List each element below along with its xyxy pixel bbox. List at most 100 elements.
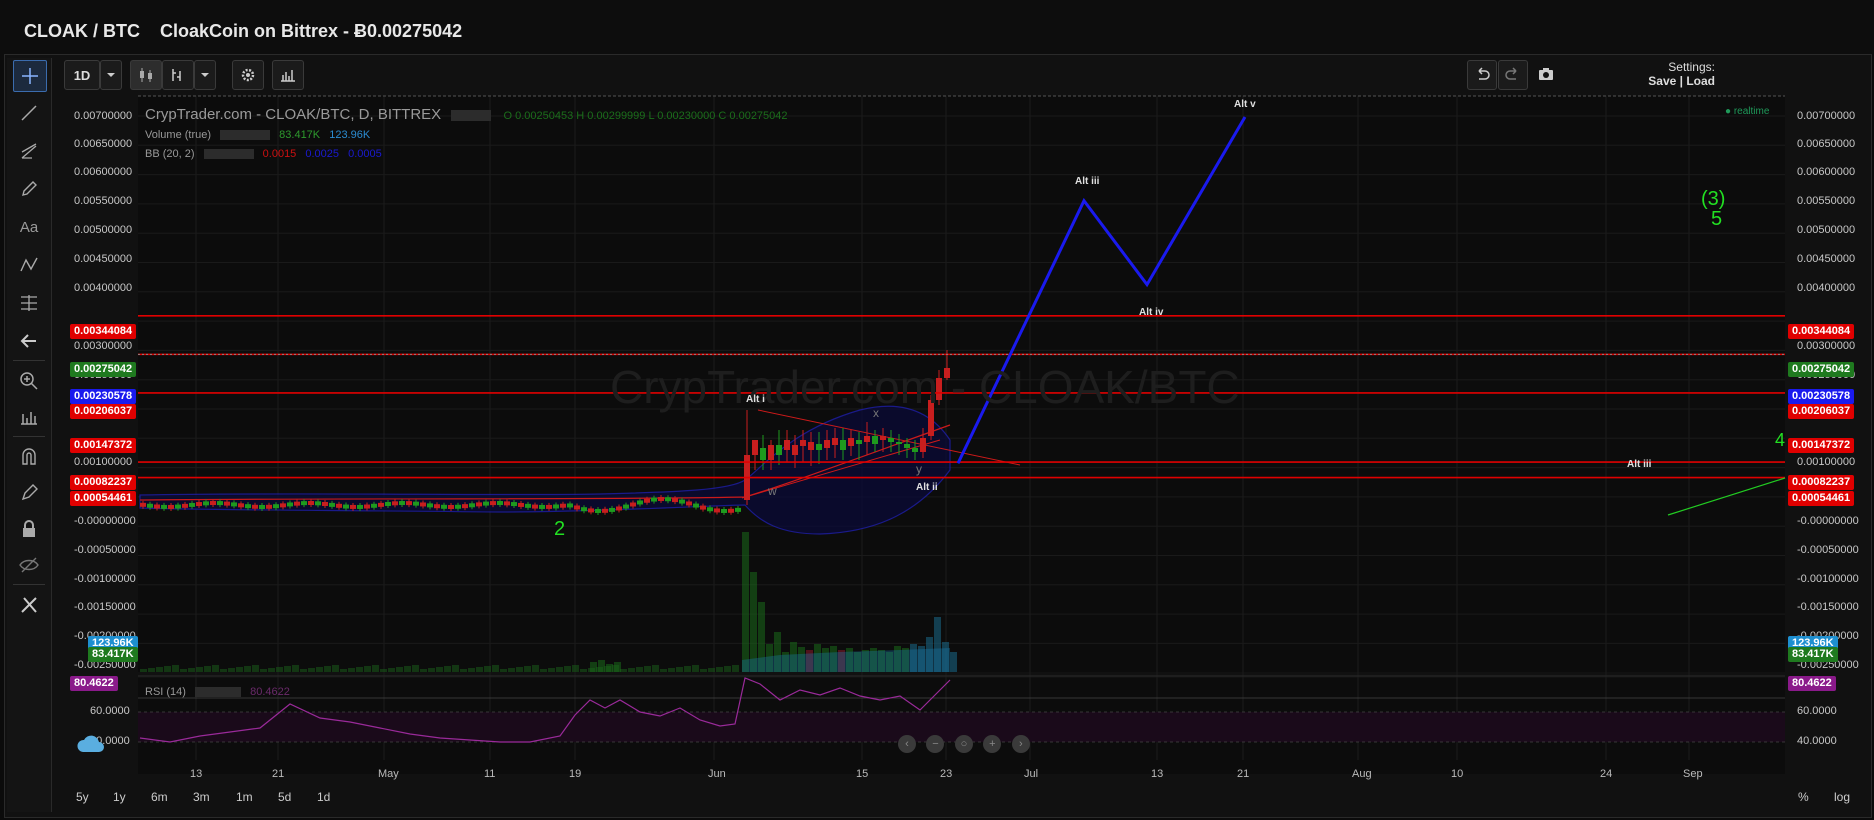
x-tick: Aug (1352, 768, 1372, 780)
settings-block[interactable]: Settings: Save | Load (1625, 60, 1715, 88)
price-tag: 0.00206037 (70, 404, 137, 419)
scroll-right-icon[interactable]: › (1011, 735, 1030, 753)
volume-legend: Volume (true) 83.417K 123.96K (145, 129, 370, 141)
wave-alt-iii-right: Alt iii (1627, 459, 1652, 470)
scroll-left-icon[interactable]: ‹ (898, 735, 916, 753)
crosshair-icon[interactable] (13, 60, 47, 92)
y-tick-left: 0.00700000 (74, 110, 133, 122)
trendline-icon[interactable] (13, 98, 45, 128)
volume-label: Volume (true) (145, 129, 212, 141)
wave-2: 2 (554, 518, 566, 540)
eye-hide-icon[interactable] (13, 550, 45, 580)
title-bar: CLOAK / BTC CloakCoin on Bittrex - Ƀ0.00… (0, 0, 1874, 60)
candles-icon[interactable] (130, 60, 162, 90)
range-1y[interactable]: 1y (113, 790, 126, 804)
wave-y: y (916, 462, 922, 476)
zoom-in-icon[interactable]: + (983, 735, 1002, 753)
interval-dropdown-icon[interactable] (100, 60, 122, 90)
fibonacci-icon[interactable] (13, 288, 45, 318)
save-load-link[interactable]: Save | Load (1625, 74, 1715, 88)
fork-icon[interactable] (13, 136, 45, 166)
realtime-label: realtime (1733, 106, 1770, 117)
rsi-tag: 80.4622 (1788, 676, 1836, 691)
redo-icon[interactable] (1498, 60, 1528, 90)
cloud-icon[interactable] (76, 732, 106, 756)
range-6m[interactable]: 6m (151, 790, 168, 804)
x-tick: 24 (1600, 768, 1613, 780)
x-tick: 13 (190, 768, 203, 780)
range-1d[interactable]: 1d (317, 790, 330, 804)
wave-alt-v: Alt v (1234, 99, 1256, 110)
price-tag: 0.00147372 (70, 438, 137, 453)
bb-value-a: 0.0015 (262, 148, 297, 160)
wave-w: w (768, 484, 777, 498)
pencil-lock-icon[interactable] (13, 478, 45, 508)
brush-icon[interactable] (13, 174, 45, 204)
y-tick-right: 0.00400000 (1797, 282, 1856, 294)
measure-icon[interactable] (13, 402, 45, 432)
reset-icon[interactable]: ○ (954, 735, 973, 753)
undo-icon[interactable] (1467, 60, 1497, 90)
gear-icon[interactable] (232, 60, 264, 90)
remove-tools-icon[interactable] (13, 590, 45, 620)
rsi-label: RSI (14) (145, 686, 186, 698)
y-tick-right: 0.00550000 (1797, 195, 1856, 207)
y-tick-left: 0.00500000 (74, 224, 133, 236)
legend-buttons-icon[interactable] (220, 130, 271, 141)
legend-buttons-icon[interactable] (203, 149, 254, 160)
zoom-out-icon[interactable]: − (926, 735, 945, 753)
range-3m[interactable]: 3m (193, 790, 210, 804)
x-tick: May (378, 768, 399, 780)
x-tick: Jul (1024, 768, 1039, 780)
log-scale-button[interactable]: log (1834, 790, 1850, 804)
price-tag: 0.00344084 (1788, 324, 1855, 339)
symbol-label: CrypTrader.com - CLOAK/BTC, D, BITTREX (145, 106, 442, 123)
x-tick: 13 (1151, 768, 1164, 780)
y-tick-right: 0.00700000 (1797, 110, 1856, 122)
range-5y[interactable]: 5y (76, 790, 89, 804)
range-bar: 5y 1y 6m 3m 1m 5d 1d % log (56, 786, 1866, 810)
percent-scale-button[interactable]: % (1798, 790, 1809, 804)
y-tick-right: 0.00100000 (1797, 456, 1856, 468)
y-tick-right: -0.00050000 (1797, 544, 1859, 556)
wave-5: 5 (1711, 208, 1723, 230)
bb-label: BB (20, 2) (145, 148, 195, 160)
camera-icon[interactable] (1533, 60, 1559, 88)
indicators-icon[interactable] (162, 60, 194, 90)
range-5d[interactable]: 5d (278, 790, 291, 804)
drawing-toolbar: Aa (7, 58, 52, 812)
ohlc-values: O 0.00250453 H 0.00299999 L 0.00230000 C… (503, 110, 788, 122)
bb-legend: BB (20, 2) 0.0015 0.0025 0.0005 (145, 148, 382, 160)
x-tick: 15 (856, 768, 869, 780)
y-tick-left: 0.00100000 (74, 456, 133, 468)
legend-buttons-icon[interactable] (451, 109, 492, 121)
rsi-tick-right: 40.0000 (1797, 735, 1837, 747)
text-icon[interactable]: Aa (13, 212, 45, 242)
scroll-controls: ‹ − ○ + › (898, 734, 1030, 754)
price-tag: 0.00275042 (70, 362, 137, 377)
volume-tag: 83.417K (88, 647, 138, 662)
x-tick: 23 (940, 768, 953, 780)
x-tick: 21 (272, 768, 285, 780)
legend-buttons-icon[interactable] (195, 687, 242, 698)
range-1m[interactable]: 1m (236, 790, 253, 804)
pattern-icon[interactable] (13, 250, 45, 280)
rsi-tag: 80.4622 (70, 676, 118, 691)
chart-frame (4, 54, 1872, 818)
compare-icon[interactable] (272, 60, 304, 90)
y-tick-right: -0.00100000 (1797, 573, 1859, 585)
x-tick: 21 (1237, 768, 1250, 780)
zoom-icon[interactable] (13, 366, 45, 396)
back-arrow-icon[interactable] (13, 326, 45, 356)
price-tag: 0.00344084 (70, 324, 137, 339)
magnet-icon[interactable] (13, 442, 45, 472)
y-tick-right: 0.00500000 (1797, 224, 1856, 236)
realtime-indicator: ● realtime (1725, 106, 1770, 117)
interval-button[interactable]: 1D (64, 60, 100, 90)
wave-alt-iii: Alt iii (1075, 176, 1100, 187)
price-tag: 0.00147372 (1788, 438, 1855, 453)
lock-icon[interactable] (13, 514, 45, 544)
chart-type-dropdown-icon[interactable] (194, 60, 216, 90)
y-tick-left: -0.00000000 (74, 515, 136, 527)
settings-label: Settings: (1668, 60, 1715, 74)
